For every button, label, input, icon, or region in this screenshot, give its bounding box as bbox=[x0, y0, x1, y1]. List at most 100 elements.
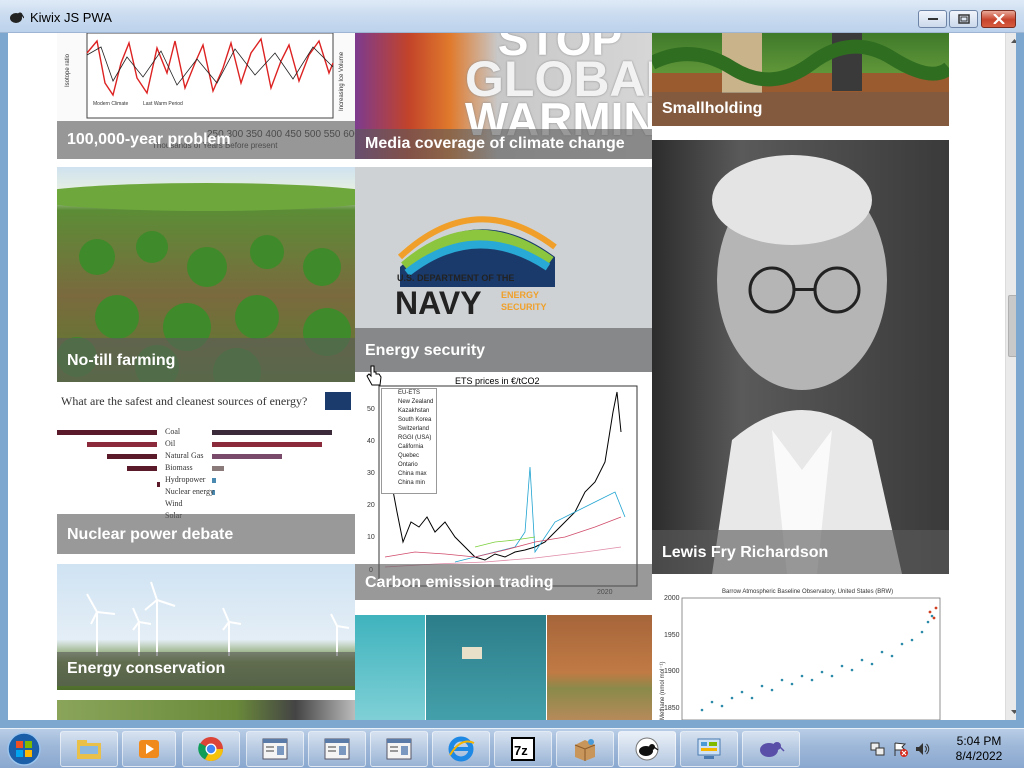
tile-label: Energy conservation bbox=[57, 652, 355, 686]
legend-item: Kazakhstan bbox=[398, 408, 430, 414]
energy-source-wind: Wind bbox=[165, 499, 183, 508]
clock-date: 8/4/2022 bbox=[955, 749, 1003, 763]
svg-text:Isotope ratio: Isotope ratio bbox=[65, 53, 71, 87]
article-viewport[interactable]: Modern Climate Last Warm Period Isotope … bbox=[8, 33, 1016, 720]
tile-label: Nuclear power debate bbox=[57, 514, 355, 554]
tile-smallholding[interactable]: Smallholding bbox=[652, 33, 949, 126]
scroll-down-arrow-icon[interactable] bbox=[1009, 706, 1016, 717]
energy-source-hydro: Hydropower bbox=[165, 475, 206, 484]
legend-item: EU-ETS bbox=[398, 390, 421, 396]
taskbar-kiwix[interactable] bbox=[618, 731, 676, 767]
tile-energy-conservation[interactable]: Energy conservation bbox=[57, 564, 355, 690]
ets-y-tick: 50 bbox=[367, 406, 375, 413]
legend-item: Ontario bbox=[398, 462, 418, 468]
action-center-flag-icon[interactable] bbox=[892, 741, 908, 757]
taskbar-document-3[interactable] bbox=[370, 731, 428, 767]
legend-item: South Korea bbox=[398, 417, 432, 423]
tile-label: Smallholding bbox=[652, 92, 949, 126]
tile-label: Energy security bbox=[355, 328, 652, 372]
scrollbar-thumb[interactable] bbox=[1008, 295, 1016, 357]
methane-y-tick: 1850 bbox=[664, 705, 680, 712]
svg-text:7z: 7z bbox=[514, 743, 528, 758]
minimize-icon bbox=[927, 18, 938, 20]
tile-methane-chart[interactable]: Barrow Atmospheric Baseline Observatory,… bbox=[652, 580, 949, 720]
legend-item: RGGI (USA) bbox=[398, 435, 432, 441]
document-window-icon bbox=[262, 738, 288, 760]
svg-text:Increasing Ice Volume: Increasing Ice Volume bbox=[339, 51, 345, 111]
tile-label: Lewis Fry Richardson bbox=[652, 530, 949, 574]
window-title: Kiwix JS PWA bbox=[30, 10, 112, 25]
energy-source-gas: Natural Gas bbox=[165, 451, 204, 460]
tile-no-till-farming[interactable]: No-till farming bbox=[57, 167, 355, 382]
taskbar: 7z 5:04 PM 8/4/2022 bbox=[0, 728, 1024, 768]
tile-100000-year-problem[interactable]: Modern Climate Last Warm Period Isotope … bbox=[57, 33, 355, 159]
methane-y-label: Methane (nmol mol⁻¹) bbox=[660, 661, 666, 720]
legend-item: China max bbox=[398, 471, 427, 477]
taskbar-document-2[interactable] bbox=[308, 731, 366, 767]
tile-energy-security[interactable]: U.S. DEPARTMENT OF THE NAVY ENERGY SECUR… bbox=[355, 167, 652, 372]
system-tray: 5:04 PM 8/4/2022 bbox=[864, 729, 1024, 768]
scroll-up-arrow-icon[interactable] bbox=[1009, 36, 1016, 47]
navy-logo-line1: U.S. DEPARTMENT OF THE bbox=[397, 273, 514, 283]
navy-logo-security: SECURITY bbox=[501, 302, 547, 312]
tile-water-landscape[interactable] bbox=[355, 615, 652, 720]
methane-y-tick: 2000 bbox=[664, 595, 680, 602]
taskbar-internet-explorer[interactable] bbox=[432, 731, 490, 767]
volume-icon[interactable] bbox=[914, 741, 930, 757]
clock-time: 5:04 PM bbox=[956, 734, 1002, 748]
control-panel-icon bbox=[697, 738, 721, 759]
chrome-icon bbox=[198, 737, 223, 762]
folder-icon bbox=[77, 740, 101, 759]
restore-icon bbox=[957, 14, 970, 24]
document-window-icon bbox=[386, 738, 412, 760]
tile-lewis-fry-richardson[interactable]: Lewis Fry Richardson bbox=[652, 140, 949, 574]
taskbar-kiwix-2[interactable] bbox=[742, 731, 800, 767]
energy-source-oil: Oil bbox=[165, 439, 176, 448]
vertical-scrollbar[interactable] bbox=[1005, 33, 1016, 720]
tile-carbon-emission-trading[interactable]: ETS prices in €/tCO2 0 10 20 30 40 50 20… bbox=[355, 372, 652, 607]
svg-text:Modern Climate: Modern Climate bbox=[93, 101, 129, 107]
taskbar-package[interactable] bbox=[556, 731, 614, 767]
kiwix-icon bbox=[635, 737, 659, 761]
methane-y-tick: 1950 bbox=[664, 632, 680, 639]
window-titlebar[interactable]: Kiwix JS PWA bbox=[0, 0, 1024, 33]
ets-y-tick: 20 bbox=[367, 502, 375, 509]
taskbar-chrome[interactable] bbox=[182, 731, 240, 767]
tile-image-arid-field bbox=[547, 615, 652, 720]
navy-logo-energy: ENERGY bbox=[501, 290, 539, 300]
7zip-icon: 7z bbox=[511, 737, 535, 761]
network-icon[interactable] bbox=[870, 741, 886, 757]
tile-image-stop-global-warming: STOP GLOBAL WARMING bbox=[465, 33, 652, 142]
hand-cursor-icon bbox=[366, 365, 382, 386]
taskbar-7zip[interactable]: 7z bbox=[494, 731, 552, 767]
ets-y-tick: 10 bbox=[367, 534, 375, 541]
legend-item: China min bbox=[398, 480, 426, 486]
tile-label: 100,000-year problem bbox=[57, 121, 355, 159]
legend-item: California bbox=[398, 444, 424, 450]
close-button[interactable] bbox=[981, 10, 1016, 28]
taskbar-document-1[interactable] bbox=[246, 731, 304, 767]
close-icon bbox=[992, 14, 1005, 24]
media-player-icon bbox=[139, 740, 159, 758]
tile-media-coverage[interactable]: STOP GLOBAL WARMING Media coverage of cl… bbox=[355, 33, 652, 159]
package-icon bbox=[574, 739, 596, 761]
maximize-button[interactable] bbox=[949, 10, 978, 28]
legend-item: Switzerland bbox=[398, 426, 430, 432]
energy-source-biomass: Biomass bbox=[165, 463, 193, 472]
taskbar-media-player[interactable] bbox=[122, 731, 176, 767]
tile-label: Media coverage of climate change bbox=[355, 129, 652, 159]
start-button[interactable] bbox=[4, 730, 48, 768]
legend-item: Quebec bbox=[398, 453, 420, 459]
tile-bottom-left-partial[interactable] bbox=[57, 700, 355, 720]
tile-image-water bbox=[355, 615, 425, 720]
taskbar-file-explorer[interactable] bbox=[60, 731, 118, 767]
energy-source-list: Coal Oil Natural Gas Biomass Hydropower … bbox=[165, 426, 214, 522]
tile-nuclear-power-debate[interactable]: What are the safest and cleanest sources… bbox=[57, 382, 355, 554]
taskbar-control-panel[interactable] bbox=[680, 731, 738, 767]
tile-image-boat bbox=[426, 615, 546, 720]
tile-label: No-till farming bbox=[57, 338, 355, 382]
energy-source-coal: Coal bbox=[165, 427, 181, 436]
taskbar-clock[interactable]: 5:04 PM 8/4/2022 bbox=[944, 734, 1014, 764]
minimize-button[interactable] bbox=[918, 10, 947, 28]
tile-label: Carbon emission trading bbox=[355, 564, 652, 600]
